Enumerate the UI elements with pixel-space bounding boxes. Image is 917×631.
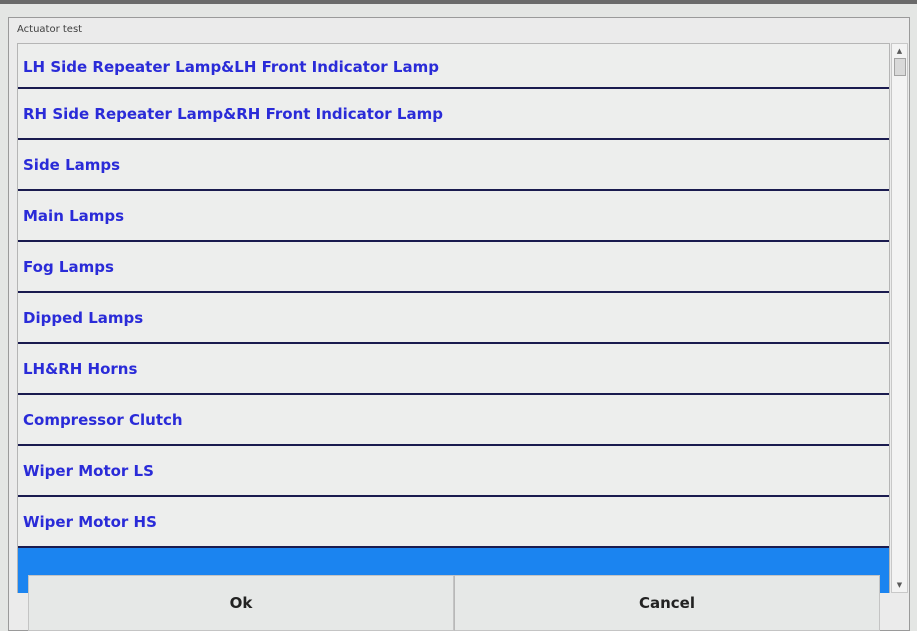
list-item[interactable]: LH&RH Horns — [18, 344, 889, 395]
actuator-list[interactable]: LH Side Repeater Lamp&LH Front Indicator… — [17, 43, 890, 593]
scroll-up-arrow-icon[interactable]: ▲ — [892, 44, 907, 58]
list-item-label: Main Lamps — [23, 206, 125, 225]
list-item[interactable]: Compressor Clutch — [18, 395, 889, 446]
list-item-label: Wiper Motor HS — [23, 512, 157, 531]
list-item[interactable]: Side Lamps — [18, 140, 889, 191]
list-item[interactable]: Fog Lamps — [18, 242, 889, 293]
dialog-buttons: Ok Cancel — [28, 575, 880, 631]
list-scrollbar[interactable]: ▲ ▼ — [891, 43, 908, 593]
list-item-label: Compressor Clutch — [23, 410, 183, 429]
list-item[interactable]: LH Side Repeater Lamp&LH Front Indicator… — [18, 44, 889, 89]
list-item[interactable]: Dipped Lamps — [18, 293, 889, 344]
ok-button[interactable]: Ok — [28, 575, 454, 631]
list-item-label: Wiper Motor LS — [23, 461, 154, 480]
dialog-title: Actuator test — [17, 24, 83, 35]
list-item-label: Fog Lamps — [23, 257, 114, 276]
actuator-test-dialog: Actuator test LH Side Repeater Lamp&LH F… — [8, 17, 910, 631]
list-item[interactable]: RH Side Repeater Lamp&RH Front Indicator… — [18, 89, 889, 140]
top-border-line — [0, 0, 917, 4]
scroll-down-arrow-icon[interactable]: ▼ — [892, 578, 907, 592]
cancel-button[interactable]: Cancel — [454, 575, 880, 631]
list-item-label: Dipped Lamps — [23, 308, 144, 327]
list-item-label: LH Side Repeater Lamp&LH Front Indicator… — [23, 57, 439, 76]
list-item-label: RH Side Repeater Lamp&RH Front Indicator… — [23, 104, 443, 123]
scrollbar-thumb[interactable] — [894, 58, 906, 76]
list-item-label: Side Lamps — [23, 155, 121, 174]
list-item-label: LH&RH Horns — [23, 359, 138, 378]
list-item[interactable]: Wiper Motor HS — [18, 497, 889, 548]
list-item[interactable]: Wiper Motor LS — [18, 446, 889, 497]
list-item[interactable]: Main Lamps — [18, 191, 889, 242]
